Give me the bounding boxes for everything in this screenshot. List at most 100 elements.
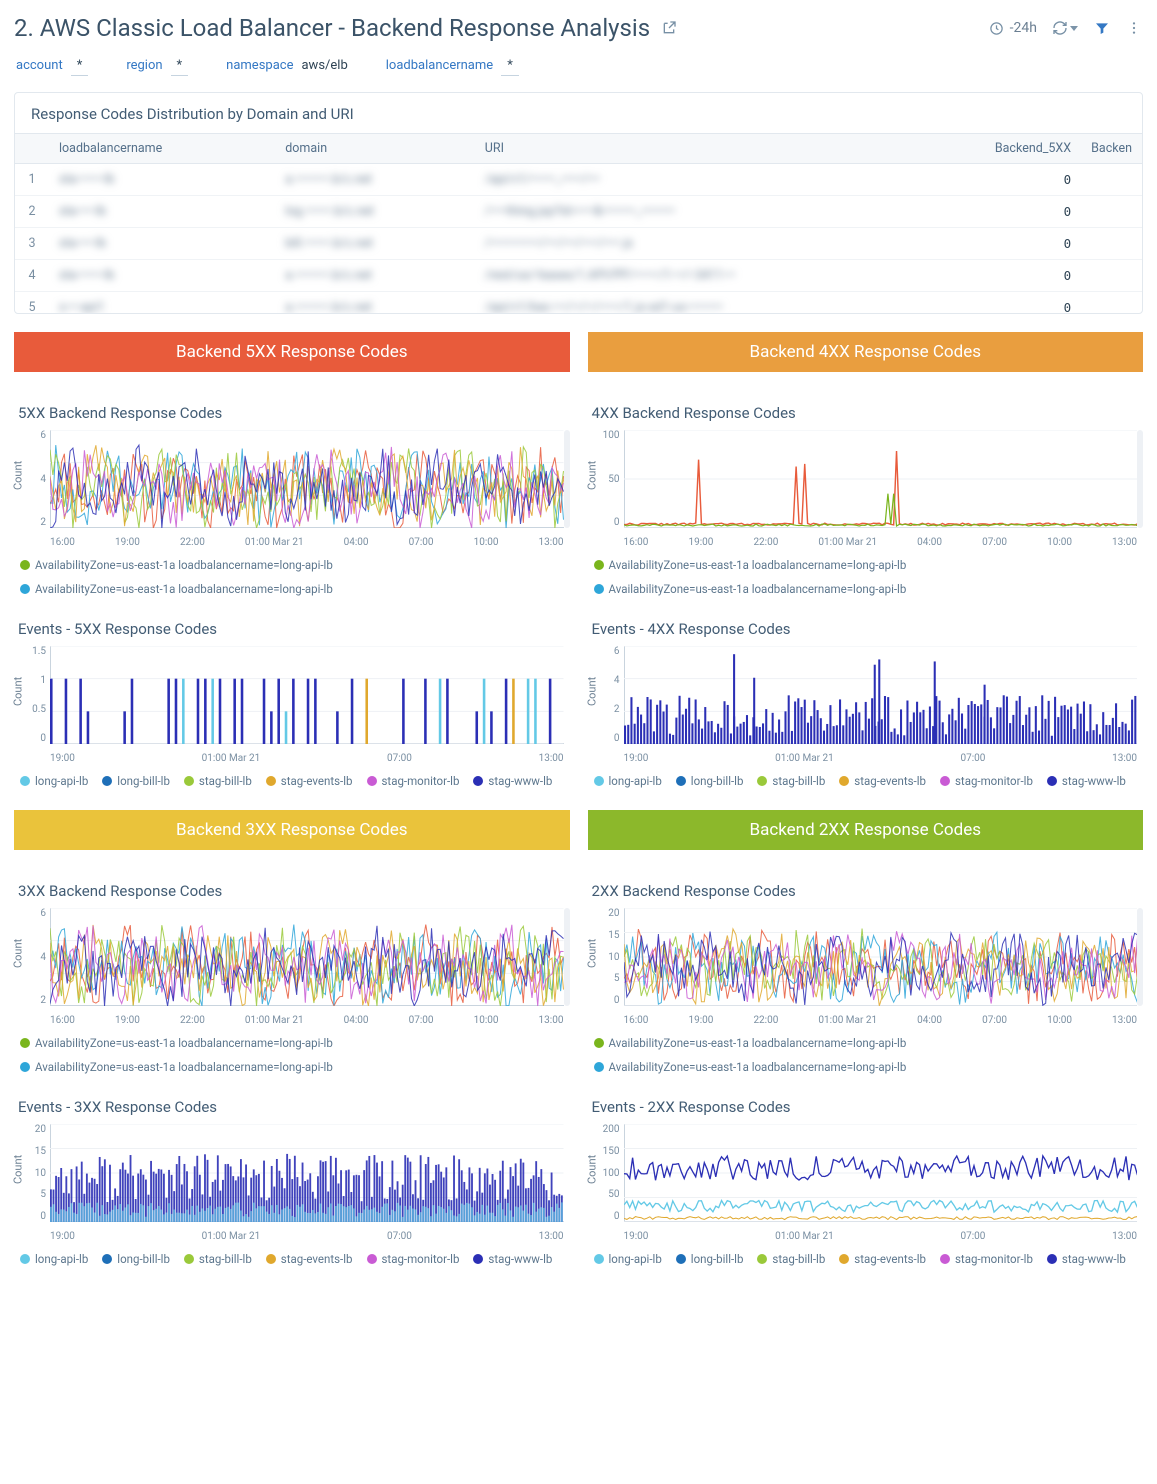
clock-icon [988,19,1006,37]
legend-item[interactable]: long-bill-lb [102,774,170,788]
chart-legend: long-api-lb long-bill-lb stag-bill-lb stag-… [14,1244,570,1268]
legend-item[interactable]: stag-events-lb [839,1252,926,1266]
legend-item[interactable]: stag-bill-lb [757,774,825,788]
chart-title: Events - 4XX Response Codes [588,618,1144,646]
table-row[interactable]: 3sta-•••-lbbill.••••••.b/c.net/•••••••••… [15,228,1142,260]
table-row[interactable]: 5s-••-api1a.••••••••.b/c.net/api/v1/bac-… [15,292,1142,314]
table-row[interactable]: 2sta-•••-lblog.••••••.b/c.net/••••thing.… [15,196,1142,228]
chart-plot[interactable]: Count 642 16:0019:0022:0001:00 Mar 2104:… [14,908,570,1028]
banner-2xx: Backend 2XX Response Codes [588,810,1144,850]
legend-item[interactable]: AvailabilityZone=us-east-1a loadbalancer… [594,1060,907,1074]
chart-legend: AvailabilityZone=us-east-1a loadbalancer… [14,1028,570,1076]
chart-title: 4XX Backend Response Codes [588,402,1144,430]
chart-plot[interactable]: Count 642 16:0019:0022:0001:00 Mar 2104:… [14,430,570,550]
dist-table: loadbalancernamedomainURIBackend_5XXBack… [15,133,1142,313]
chart-panel-evt-3xx: Events - 3XX Response Codes Count 201510… [14,1096,570,1268]
filter-bar: account * region * namespaceaws/elb loadbalan… [14,48,1143,92]
legend-item[interactable]: stag-www-lb [1047,1252,1126,1266]
legend-item[interactable]: AvailabilityZone=us-east-1a loadbalancer… [20,1060,333,1074]
filter-loadbalancername[interactable]: loadbalancername * [386,58,519,76]
legend-item[interactable]: AvailabilityZone=us-east-1a loadbalancer… [20,1036,333,1050]
page-header: 2. AWS Classic Load Balancer - Backend R… [14,14,1143,42]
legend-item[interactable]: stag-bill-lb [184,1252,252,1266]
col-header[interactable]: Backen [1081,134,1142,164]
time-range-picker[interactable]: -24h [988,19,1037,37]
filter-label: region [126,58,162,73]
chart-legend: AvailabilityZone=us-east-1a loadbalancer… [588,550,1144,598]
filter-label: loadbalancername [386,58,493,73]
chart-plot[interactable]: Count 1.510.50 19:0001:00 Mar 2107:0013:… [14,646,570,766]
banner-3xx: Backend 3XX Response Codes [14,810,570,850]
filter-label: namespace [226,58,293,73]
banner-4xx: Backend 4XX Response Codes [588,332,1144,372]
legend-item[interactable]: stag-monitor-lb [367,1252,460,1266]
table-row[interactable]: 1sta-•••••-lba.••••••••.b/c.net/api/v1/•… [15,164,1142,196]
filter-namespace[interactable]: namespaceaws/elb [226,58,348,76]
chart-panel-4xx-codes: 4XX Backend Response Codes Count 100500 … [588,402,1144,598]
chart-title: Events - 2XX Response Codes [588,1096,1144,1124]
chart-plot[interactable]: Count 6420 19:0001:00 Mar 2107:0013:00 [588,646,1144,766]
legend-item[interactable]: long-bill-lb [676,1252,744,1266]
col-header[interactable] [15,134,49,164]
legend-item[interactable]: stag-bill-lb [184,774,252,788]
time-range-label: -24h [1010,20,1037,36]
legend-item[interactable]: stag-www-lb [473,774,552,788]
chart-panel-3xx-codes: 3XX Backend Response Codes Count 642 16:… [14,880,570,1076]
legend-item[interactable]: stag-www-lb [473,1252,552,1266]
chart-plot[interactable]: Count 20151050 16:0019:0022:0001:00 Mar … [588,908,1144,1028]
legend-item[interactable]: AvailabilityZone=us-east-1a loadbalancer… [594,582,907,596]
legend-item[interactable]: long-api-lb [20,1252,88,1266]
chart-title: 2XX Backend Response Codes [588,880,1144,908]
legend-item[interactable]: stag-monitor-lb [940,1252,1033,1266]
table-row[interactable]: 4sta-•••••-lba.••••••••.b/c.net/rest/us/… [15,260,1142,292]
chart-panel-5xx-codes: 5XX Backend Response Codes Count 642 16:… [14,402,570,598]
legend-item[interactable]: stag-bill-lb [757,1252,825,1266]
chart-plot[interactable]: Count 200150100500 19:0001:00 Mar 2107:0… [588,1124,1144,1244]
chart-plot[interactable]: Count 20151050 19:0001:00 Mar 2107:0013:… [14,1124,570,1244]
legend-item[interactable]: AvailabilityZone=us-east-1a loadbalancer… [594,558,907,572]
chart-plot[interactable]: Count 100500 16:0019:0022:0001:00 Mar 21… [588,430,1144,550]
filter-value[interactable]: * [501,58,519,76]
legend-item[interactable]: stag-monitor-lb [367,774,460,788]
refresh-icon[interactable] [1051,19,1079,37]
chart-title: 5XX Backend Response Codes [14,402,570,430]
chart-title: Events - 5XX Response Codes [14,618,570,646]
filter-value[interactable]: * [71,58,89,76]
filter-account[interactable]: account * [16,58,88,76]
legend-item[interactable]: stag-events-lb [266,1252,353,1266]
filter-region[interactable]: region * [126,58,188,76]
legend-item[interactable]: long-api-lb [594,1252,662,1266]
legend-item[interactable]: AvailabilityZone=us-east-1a loadbalancer… [594,1036,907,1050]
filter-value[interactable]: * [171,58,189,76]
filter-label: account [16,58,63,73]
chart-panel-evt-2xx: Events - 2XX Response Codes Count 200150… [588,1096,1144,1268]
legend-item[interactable]: AvailabilityZone=us-east-1a loadbalancer… [20,582,333,596]
legend-item[interactable]: long-bill-lb [676,774,744,788]
legend-item[interactable]: stag-www-lb [1047,774,1126,788]
dist-card-title: Response Codes Distribution by Domain an… [15,93,1142,133]
chart-legend: AvailabilityZone=us-east-1a loadbalancer… [14,550,570,598]
col-header[interactable]: Backend_5XX [971,134,1081,164]
page-title: 2. AWS Classic Load Balancer - Backend R… [14,14,650,42]
legend-item[interactable]: stag-events-lb [839,774,926,788]
col-header[interactable]: loadbalancername [49,134,275,164]
filter-icon[interactable] [1093,19,1111,37]
legend-item[interactable]: stag-monitor-lb [940,774,1033,788]
chart-panel-evt-5xx: Events - 5XX Response Codes Count 1.510.… [14,618,570,790]
legend-item[interactable]: long-api-lb [594,774,662,788]
dist-card: Response Codes Distribution by Domain an… [14,92,1143,314]
col-header[interactable]: domain [275,134,475,164]
col-header[interactable]: URI [475,134,971,164]
legend-item[interactable]: stag-events-lb [266,774,353,788]
legend-item[interactable]: long-bill-lb [102,1252,170,1266]
kebab-menu-icon[interactable] [1125,19,1143,37]
legend-item[interactable]: long-api-lb [20,774,88,788]
chart-title: 3XX Backend Response Codes [14,880,570,908]
chart-panel-2xx-codes: 2XX Backend Response Codes Count 2015105… [588,880,1144,1076]
chart-legend: long-api-lb long-bill-lb stag-bill-lb stag-… [14,766,570,790]
chart-legend: AvailabilityZone=us-east-1a loadbalancer… [588,1028,1144,1076]
legend-item[interactable]: AvailabilityZone=us-east-1a loadbalancer… [20,558,333,572]
open-external-icon[interactable] [660,19,678,37]
chart-title: Events - 3XX Response Codes [14,1096,570,1124]
banner-5xx: Backend 5XX Response Codes [14,332,570,372]
